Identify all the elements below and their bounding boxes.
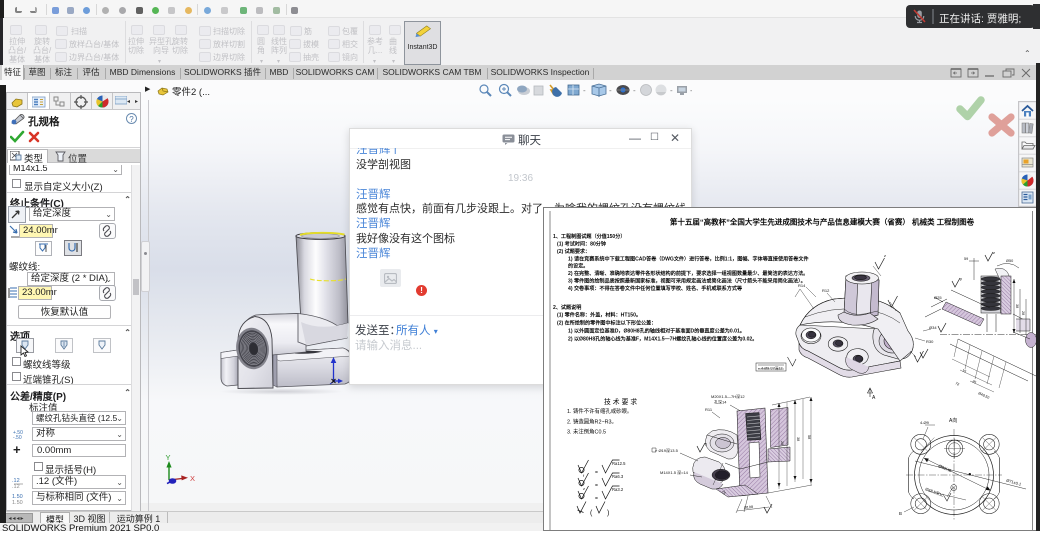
svg-text:B: B	[899, 511, 902, 516]
svg-text:z: z	[993, 250, 995, 255]
svg-text:X: X	[190, 474, 195, 483]
svg-text:z: z	[884, 253, 886, 258]
svg-text:2) 以Ø80H8孔的轴心线为基准F，M14X1.5—7H螺: 2) 以Ø80H8孔的轴心线为基准F，M14X1.5—7H螺纹孔轴心线的位置度公…	[568, 336, 757, 343]
svg-text:1、工程制图试题（分值150分）: 1、工程制图试题（分值150分）	[553, 233, 625, 240]
svg-text:38: 38	[796, 437, 800, 441]
svg-text:M20X1.5—7H深12: M20X1.5—7H深12	[711, 393, 745, 399]
svg-text:58: 58	[807, 435, 811, 439]
svg-text:-: -	[633, 86, 636, 95]
svg-text:Ra3.2: Ra3.2	[612, 487, 624, 492]
svg-text:(1) 零件名称：外盖，材料：HT150。: (1) 零件名称：外盖，材料：HT150。	[557, 312, 641, 319]
svg-text:z: z	[583, 486, 585, 491]
svg-text:Ra6.3: Ra6.3	[612, 474, 624, 479]
svg-text:28: 28	[780, 441, 784, 445]
svg-text:R30: R30	[926, 339, 934, 344]
svg-text:R11: R11	[705, 407, 713, 412]
svg-text:38: 38	[1015, 304, 1019, 308]
svg-text:3) 零件图的绘制品质按照最新国家标准，视图可采用规定画法或: 3) 零件图的绘制品质按照最新国家标准，视图可采用规定画法或简化画法（尺寸箭头不…	[568, 278, 806, 285]
svg-text:59: 59	[964, 257, 968, 261]
svg-text:Ra12.5: Ra12.5	[612, 461, 626, 466]
svg-text:): )	[607, 510, 609, 517]
svg-text:A向: A向	[949, 417, 957, 424]
svg-text:=: =	[595, 483, 598, 489]
svg-text:2) 在完整、清晰、准确地表达零件各形状结构的前提下，要求选: 2) 在完整、清晰、准确地表达零件各形状结构的前提下，要求选择一组视图数量最少、…	[568, 270, 808, 277]
svg-text:=: =	[595, 470, 598, 476]
svg-text:第十五届“高教杯”全国大学生先进成图技术与产品信息建模大赛（: 第十五届“高教杯”全国大学生先进成图技术与产品信息建模大赛（省赛） 机械类 工程…	[670, 217, 975, 227]
svg-text:4-Ø9: 4-Ø9	[920, 420, 930, 425]
svg-text:-: -	[609, 86, 612, 95]
svg-text:1) 以外圆面定位基准D，Ø80H8孔的轴线相对于基准面D的: 1) 以外圆面定位基准D，Ø80H8孔的轴线相对于基准面D的垂直度公差为0.01…	[568, 328, 745, 335]
svg-text:1. 铸件不许有缩孔或砂眼。: 1. 铸件不许有缩孔或砂眼。	[567, 407, 632, 415]
svg-text:⌐ 4-Ø9 ▽7深12: ⌐ 4-Ø9 ▽7深12	[758, 366, 782, 371]
svg-text:28: 28	[1021, 311, 1025, 315]
svg-text:Ø34: Ø34	[929, 325, 937, 330]
svg-text:-.50: -.50	[13, 435, 22, 440]
svg-text:M14X1.5 深=14: M14X1.5 深=14	[660, 469, 689, 475]
svg-text:(2) 在所绘制的零件图中标注以下形位公差：: (2) 在所绘制的零件图中标注以下形位公差：	[557, 320, 656, 327]
svg-text:1.50: 1.50	[12, 500, 23, 504]
svg-text:R14: R14	[798, 283, 806, 288]
svg-text:=: =	[595, 496, 598, 502]
svg-text:孔深14: 孔深14	[714, 399, 727, 405]
svg-text:1) 请在竞赛系统中下载工程图CAD答卷（DWG文件）进行答: 1) 请在竞赛系统中下载工程图CAD答卷（DWG文件）进行答卷，比例1:1，图幅…	[568, 256, 809, 263]
svg-text:y: y	[960, 276, 962, 281]
svg-text:技术要求: 技术要求	[604, 397, 639, 406]
svg-text:2. 铸造圆角R2~R3。: 2. 铸造圆角R2~R3。	[567, 418, 617, 426]
svg-text:-: -	[690, 86, 692, 95]
svg-text:-: -	[583, 86, 586, 95]
svg-text:(1) 考试时间：80分钟: (1) 考试时间：80分钟	[557, 241, 606, 248]
svg-text:R12: R12	[822, 288, 830, 293]
svg-text:Y: Y	[166, 453, 171, 462]
svg-text:-: -	[670, 86, 673, 95]
svg-text:Ø25: Ø25	[934, 295, 942, 300]
svg-text:4) 交卷事项：不得在答卷文件中任何位置填写学校、姓名、手机: 4) 交卷事项：不得在答卷文件中任何位置填写学校、姓名、手机或联系方式等	[568, 285, 742, 292]
svg-text:y: y	[705, 441, 707, 446]
svg-text:2、试题说明: 2、试题说明	[553, 304, 581, 311]
svg-text:⌐ Ø19深13.5: ⌐ Ø19深13.5	[655, 447, 679, 453]
svg-text:的设定。: 的设定。	[568, 263, 588, 270]
svg-text:3. 未注倒角C0.5: 3. 未注倒角C0.5	[567, 428, 606, 436]
svg-text:.12: .12	[12, 484, 20, 488]
svg-text:(2) 试题要求：: (2) 试题要求：	[557, 248, 590, 255]
svg-text:Ø50: Ø50	[1006, 259, 1013, 263]
